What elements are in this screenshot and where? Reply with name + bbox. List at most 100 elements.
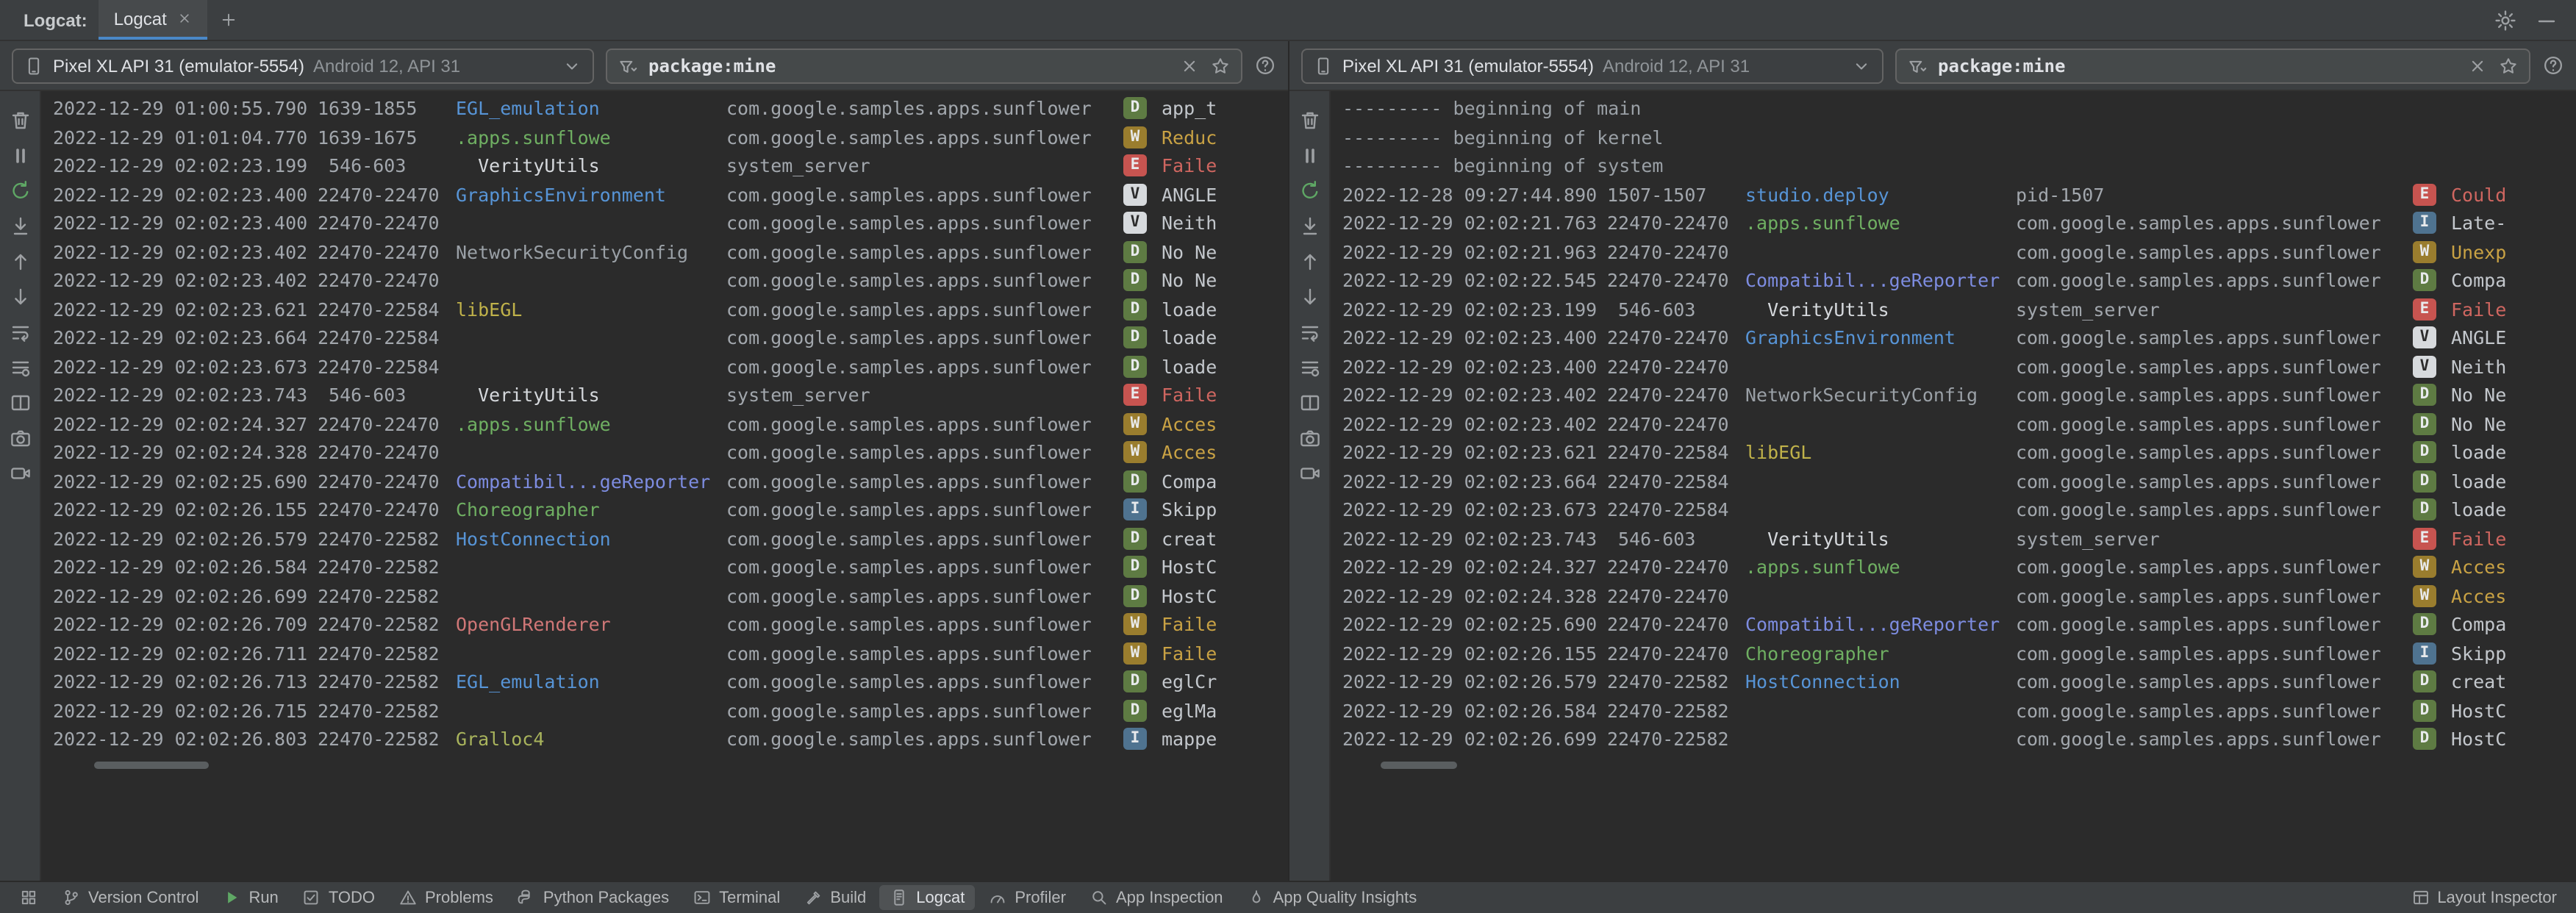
log-row[interactable]: 2022-12-29 01:00:55.790 1639-1855 EGL_emul… xyxy=(53,94,1288,123)
log-row[interactable]: 2022-12-29 02:02:26.584 22470-22582 com.go… xyxy=(53,553,1288,581)
format-icon[interactable] xyxy=(1298,356,1321,379)
rerun-icon[interactable] xyxy=(1298,179,1321,203)
status-item-build[interactable]: Build xyxy=(793,885,876,910)
pause-icon[interactable] xyxy=(1298,144,1321,168)
log-row[interactable]: 2022-12-29 02:02:23.402 22470-22470 com.go… xyxy=(1342,409,2576,438)
log-row[interactable]: 2022-12-29 02:02:23.199 546-603 VerityUt… xyxy=(1342,295,2576,323)
log-row[interactable]: --------- beginning of system xyxy=(1342,151,2576,180)
status-item-todo[interactable]: TODO xyxy=(292,885,385,910)
log-row[interactable]: 2022-12-29 02:02:24.327 22470-22470 .apps.… xyxy=(53,409,1288,438)
log-row[interactable]: 2022-12-29 02:02:21.763 22470-22470 .apps.… xyxy=(1342,209,2576,237)
soft-wrap-icon[interactable] xyxy=(1298,321,1321,344)
log-row[interactable]: 2022-12-29 02:02:26.803 22470-22582 Grallo… xyxy=(53,725,1288,753)
log-row[interactable]: 2022-12-29 02:02:26.711 22470-22582 com.go… xyxy=(53,639,1288,667)
help-icon[interactable] xyxy=(2542,54,2564,76)
log-row[interactable]: 2022-12-29 02:02:23.402 22470-22470 Networ… xyxy=(1342,381,2576,409)
video-icon[interactable] xyxy=(1298,462,1321,485)
trash-icon[interactable] xyxy=(1298,109,1321,132)
status-item-python-packages[interactable]: Python Packages xyxy=(507,885,679,910)
close-icon[interactable] xyxy=(177,10,193,26)
status-item-run[interactable]: Run xyxy=(212,885,288,910)
log-row[interactable]: 2022-12-29 02:02:26.715 22470-22582 com.go… xyxy=(53,696,1288,725)
status-item-version-control[interactable]: Version Control xyxy=(51,885,209,910)
split-icon[interactable] xyxy=(1298,391,1321,415)
pause-icon[interactable] xyxy=(8,144,32,168)
filter-value[interactable]: package:mine xyxy=(1938,55,2457,76)
format-icon[interactable] xyxy=(8,356,32,379)
status-item-app-quality-insights[interactable]: App Quality Insights xyxy=(1237,885,1428,910)
arrow-down-icon[interactable] xyxy=(8,285,32,309)
filter-input[interactable]: package:mine xyxy=(606,48,1242,83)
status-item-profiler[interactable]: Profiler xyxy=(978,885,1076,910)
status-item-grid[interactable] xyxy=(9,885,49,910)
log-row[interactable]: --------- beginning of main xyxy=(1342,94,2576,123)
camera-icon[interactable] xyxy=(8,426,32,450)
favorite-filter-icon[interactable] xyxy=(2498,55,2519,76)
log-row[interactable]: 2022-12-29 02:02:23.743 546-603 VerityUt… xyxy=(53,381,1288,409)
log-row[interactable]: 2022-12-29 02:02:26.155 22470-22470 Choreo… xyxy=(1342,639,2576,667)
scroll-end-icon[interactable] xyxy=(8,215,32,238)
log-row[interactable]: 2022-12-29 02:02:23.400 22470-22470 Graphi… xyxy=(53,180,1288,209)
status-item-terminal[interactable]: Terminal xyxy=(682,885,790,910)
chevron-down-icon[interactable] xyxy=(562,55,582,76)
log-row[interactable]: --------- beginning of kernel xyxy=(1342,123,2576,151)
log-row[interactable]: 2022-12-29 02:02:23.402 22470-22470 com.go… xyxy=(53,266,1288,295)
log-view[interactable]: 2022-12-29 01:00:55.790 1639-1855 EGL_emul… xyxy=(41,91,1288,881)
log-row[interactable]: 2022-12-29 02:02:26.155 22470-22470 Choreo… xyxy=(53,495,1288,524)
log-row[interactable]: 2022-12-29 02:02:26.713 22470-22582 EGL_em… xyxy=(53,667,1288,696)
log-row[interactable]: 2022-12-29 02:02:23.199 546-603 VerityUt… xyxy=(53,151,1288,180)
status-item-logcat[interactable]: Logcat xyxy=(879,885,976,910)
log-row[interactable]: 2022-12-29 02:02:23.400 22470-22470 Graphi… xyxy=(1342,323,2576,352)
gear-icon[interactable] xyxy=(2494,8,2517,32)
log-row[interactable]: 2022-12-29 02:02:24.328 22470-22470 com.go… xyxy=(53,438,1288,467)
soft-wrap-icon[interactable] xyxy=(8,321,32,344)
favorite-filter-icon[interactable] xyxy=(1210,55,1231,76)
filter-input[interactable]: package:mine xyxy=(1895,48,2530,83)
rerun-icon[interactable] xyxy=(8,179,32,203)
arrow-up-icon[interactable] xyxy=(1298,250,1321,273)
log-row[interactable]: 2022-12-29 02:02:26.709 22470-22582 OpenGL… xyxy=(53,610,1288,639)
log-row[interactable]: 2022-12-29 02:02:24.327 22470-22470 .apps.… xyxy=(1342,553,2576,581)
status-item-problems[interactable]: Problems xyxy=(388,885,504,910)
log-row[interactable]: 2022-12-29 02:02:21.963 22470-22470 com.go… xyxy=(1342,237,2576,266)
log-row[interactable]: 2022-12-29 02:02:24.328 22470-22470 com.go… xyxy=(1342,581,2576,610)
minimize-icon[interactable] xyxy=(2535,8,2558,32)
split-icon[interactable] xyxy=(8,391,32,415)
log-row[interactable]: 2022-12-29 02:02:23.621 22470-22584 libEGL… xyxy=(53,295,1288,323)
log-row[interactable]: 2022-12-29 01:01:04.770 1639-1675 .apps.su… xyxy=(53,123,1288,151)
log-row[interactable]: 2022-12-29 02:02:22.545 22470-22470 Compat… xyxy=(1342,266,2576,295)
status-item-layout-inspector[interactable]: Layout Inspector xyxy=(2400,885,2567,910)
clear-filter-icon[interactable] xyxy=(2467,55,2488,76)
log-view[interactable]: --------- beginning of main --------- beg… xyxy=(1331,91,2576,881)
help-icon[interactable] xyxy=(1254,54,1276,76)
log-row[interactable]: 2022-12-29 02:02:26.699 22470-22582 com.go… xyxy=(53,581,1288,610)
log-row[interactable]: 2022-12-29 02:02:23.621 22470-22584 libEGL… xyxy=(1342,438,2576,467)
log-row[interactable]: 2022-12-29 02:02:25.690 22470-22470 Compat… xyxy=(53,467,1288,495)
log-row[interactable]: 2022-12-29 02:02:23.400 22470-22470 com.go… xyxy=(53,209,1288,237)
clear-filter-icon[interactable] xyxy=(1179,55,1200,76)
filter-value[interactable]: package:mine xyxy=(648,55,1169,76)
device-selector[interactable]: Pixel XL API 31 (emulator-5554) Android … xyxy=(12,48,594,83)
arrow-up-icon[interactable] xyxy=(8,250,32,273)
arrow-down-icon[interactable] xyxy=(1298,285,1321,309)
log-row[interactable]: 2022-12-29 02:02:23.400 22470-22470 com.go… xyxy=(1342,352,2576,381)
log-row[interactable]: 2022-12-29 02:02:23.402 22470-22470 Networ… xyxy=(53,237,1288,266)
trash-icon[interactable] xyxy=(8,109,32,132)
tab-logcat[interactable]: Logcat xyxy=(99,0,208,40)
log-row[interactable]: 2022-12-29 02:02:23.664 22470-22584 com.go… xyxy=(1342,467,2576,495)
log-row[interactable]: 2022-12-29 02:02:23.743 546-603 VerityUt… xyxy=(1342,524,2576,553)
device-selector[interactable]: Pixel XL API 31 (emulator-5554) Android … xyxy=(1301,48,1883,83)
horizontal-scrollbar-thumb[interactable] xyxy=(94,762,209,769)
horizontal-scrollbar-thumb[interactable] xyxy=(1381,762,1457,769)
log-row[interactable]: 2022-12-29 02:02:23.664 22470-22584 com.go… xyxy=(53,323,1288,352)
log-row[interactable]: 2022-12-28 09:27:44.890 1507-1507 studio.d… xyxy=(1342,180,2576,209)
chevron-down-icon[interactable] xyxy=(1851,55,1872,76)
log-row[interactable]: 2022-12-29 02:02:25.690 22470-22470 Compat… xyxy=(1342,610,2576,639)
video-icon[interactable] xyxy=(8,462,32,485)
status-item-app-inspection[interactable]: App Inspection xyxy=(1079,885,1234,910)
log-row[interactable]: 2022-12-29 02:02:26.584 22470-22582 com.go… xyxy=(1342,696,2576,725)
log-row[interactable]: 2022-12-29 02:02:26.699 22470-22582 com.go… xyxy=(1342,725,2576,753)
log-row[interactable]: 2022-12-29 02:02:26.579 22470-22582 HostCo… xyxy=(1342,667,2576,696)
filter-icon[interactable] xyxy=(618,55,638,76)
add-tab-icon[interactable] xyxy=(220,10,239,29)
